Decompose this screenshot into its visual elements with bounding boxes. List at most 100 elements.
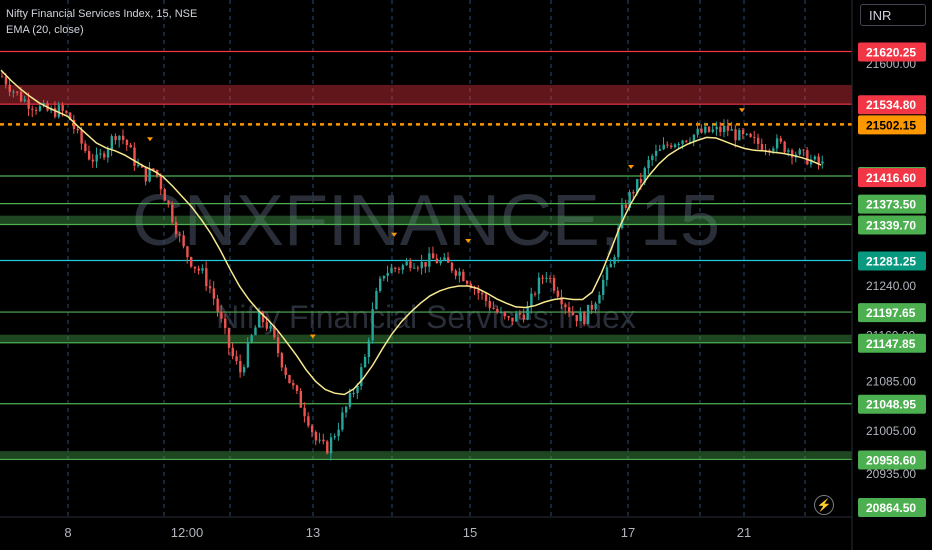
candle-body — [80, 130, 83, 144]
candle-body — [205, 268, 208, 287]
candle-body — [711, 129, 715, 132]
x-tick-label: 21 — [737, 525, 751, 540]
candle-body — [379, 278, 382, 292]
candle-body — [31, 108, 34, 110]
x-tick-label: 8 — [64, 525, 71, 540]
candle-body — [594, 303, 597, 310]
candle-body — [549, 277, 552, 279]
signal-marker — [739, 108, 745, 113]
candle-body — [583, 312, 586, 325]
candle-body — [496, 308, 499, 313]
candle-body — [533, 293, 537, 295]
candle-body — [186, 246, 189, 258]
candle-body — [806, 150, 809, 165]
candle-body — [401, 265, 405, 270]
candle-body — [696, 128, 699, 135]
candle-body — [481, 293, 484, 295]
candle-body — [337, 429, 340, 437]
candle-body — [394, 267, 397, 269]
candle-body — [19, 91, 23, 102]
candle-body — [114, 136, 117, 141]
candle-body — [428, 253, 431, 267]
candle-body — [454, 270, 457, 276]
candle-body — [144, 167, 148, 182]
candle-body — [65, 110, 68, 113]
candle-body — [632, 192, 635, 194]
candle-body — [254, 327, 257, 336]
candle-body — [556, 290, 560, 297]
candle-body — [704, 126, 707, 133]
candle-body — [677, 143, 681, 145]
candle-body — [439, 260, 442, 264]
y-tick-label: 21085.00 — [866, 375, 916, 389]
ema-indicator-label[interactable]: EMA (20, close) — [6, 22, 197, 38]
candle-body — [118, 135, 121, 141]
candle-body — [163, 189, 166, 201]
candle-body — [571, 312, 575, 316]
candle-body — [84, 143, 87, 152]
candle-body — [492, 307, 495, 309]
lightning-icon[interactable]: ⚡ — [814, 495, 834, 515]
price-tag-label: 21147.85 — [866, 337, 916, 351]
candle-body — [673, 144, 677, 148]
candle-body — [224, 318, 227, 329]
candle-body — [284, 367, 287, 375]
candle-body — [242, 367, 246, 373]
candle-body — [791, 150, 794, 158]
price-tag-label: 21416.60 — [866, 171, 916, 185]
candle-body — [431, 253, 435, 259]
candle-body — [171, 204, 174, 223]
x-tick-label: 13 — [306, 525, 320, 540]
candle-body — [367, 340, 371, 358]
candle-body — [57, 105, 61, 117]
candle-body — [38, 105, 42, 111]
candle-body — [276, 337, 280, 354]
price-tag-label: 21534.80 — [866, 98, 916, 112]
candle-body — [541, 277, 544, 279]
candle-body — [269, 325, 272, 329]
candle-body — [722, 125, 726, 133]
candle-body — [110, 136, 114, 150]
y-tick-label: 21240.00 — [866, 279, 916, 293]
candle-body — [178, 234, 182, 236]
price-tag-label: 20864.50 — [866, 501, 916, 515]
candle-body — [813, 156, 817, 160]
candle-body — [397, 268, 401, 270]
candle-body — [707, 126, 711, 132]
candle-body — [654, 150, 658, 156]
x-tick-label: 12:00 — [171, 525, 204, 540]
candle-body — [174, 222, 178, 235]
candle-body — [416, 267, 420, 269]
candle-body — [99, 153, 102, 155]
candle-body — [167, 200, 170, 205]
price-zone — [0, 84, 852, 105]
candle-body — [685, 140, 688, 142]
candle-body — [103, 153, 106, 158]
price-chart[interactable]: CNXFINANCE, 15Nifty Financial Services I… — [0, 0, 932, 550]
candle-body — [420, 262, 423, 269]
candle-body — [231, 347, 234, 357]
candle-body — [662, 144, 665, 150]
candle-body — [515, 313, 518, 322]
candle-body — [745, 133, 749, 135]
candle-body — [106, 149, 110, 158]
candle-body — [443, 257, 446, 261]
candle-body — [681, 140, 684, 144]
candle-body — [16, 91, 19, 93]
candle-body — [307, 416, 310, 426]
candle-body — [518, 313, 522, 315]
candle-body — [220, 311, 223, 319]
candle-body — [239, 360, 242, 373]
candle-body — [802, 149, 805, 151]
currency-button[interactable]: INR — [860, 4, 926, 26]
candle-body — [488, 301, 492, 308]
candle-body — [447, 257, 450, 263]
candle-body — [208, 286, 212, 289]
candle-body — [726, 125, 730, 131]
candle-body — [382, 275, 386, 279]
candle-body — [507, 316, 510, 318]
candle-body — [265, 322, 268, 329]
signal-marker — [628, 164, 634, 169]
candle-body — [605, 267, 609, 280]
candle-body — [310, 425, 314, 432]
